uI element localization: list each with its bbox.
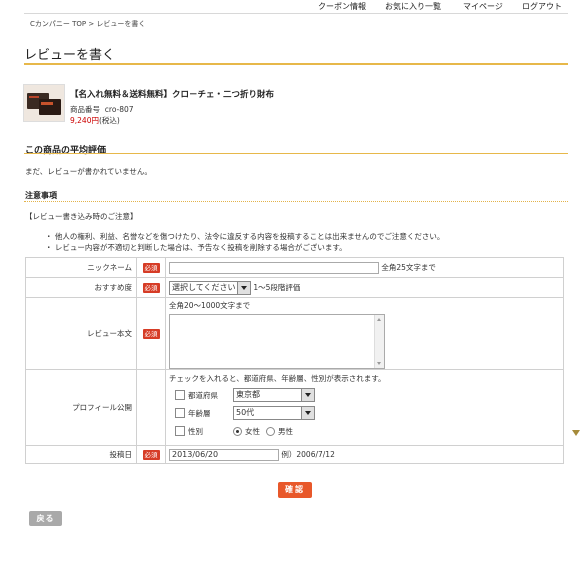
chevron-down-icon[interactable] bbox=[301, 389, 314, 401]
review-textarea[interactable] bbox=[169, 314, 385, 369]
logout-link[interactable]: ログアウト bbox=[522, 1, 562, 12]
review-label: レビュー本文 bbox=[25, 297, 137, 370]
recommend-hint: 1～5段階評価 bbox=[253, 282, 301, 292]
male-radio[interactable] bbox=[266, 426, 275, 436]
review-row: レビュー本文 必須 全角20～1000文字まで bbox=[25, 297, 564, 370]
nickname-label: ニックネーム bbox=[25, 257, 137, 278]
average-underline bbox=[24, 153, 568, 154]
recommend-selected: 選択してください bbox=[172, 282, 236, 292]
breadcrumb[interactable]: Cカンパニー TOP > レビューを書く bbox=[30, 19, 145, 29]
recommend-select[interactable]: 選択してください bbox=[169, 280, 251, 295]
note-item: ・ レビュー内容が不適切と判断した場合は、予告なく投稿を削除する場合がございます… bbox=[45, 243, 347, 252]
page-title: レビューを書く bbox=[24, 48, 116, 63]
notes-title: 注意事項 bbox=[25, 191, 57, 200]
top-nav: クーポン情報 お気に入り一覧 マイページ ログアウト bbox=[300, 1, 568, 13]
nickname-hint: 全角25文字まで bbox=[381, 262, 436, 272]
product-price: 9,240円(税込) bbox=[70, 115, 120, 126]
required-badge: 必須 bbox=[142, 449, 160, 460]
prefecture-select[interactable]: 東京都 bbox=[233, 388, 315, 402]
required-badge: 必須 bbox=[142, 262, 160, 273]
recommend-row: おすすめ度 必須 選択してください 1～5段階評価 bbox=[25, 277, 564, 298]
profile-label: プロフィール公開 bbox=[25, 369, 137, 446]
product-code-label: 商品番号 bbox=[70, 105, 100, 114]
product-code-value: cro-807 bbox=[104, 105, 134, 114]
date-example: 例）2006/7/12 bbox=[281, 449, 335, 459]
review-form: ニックネーム 必須 全角25文字まで おすすめ度 必須 選択してください 1～5… bbox=[25, 257, 564, 464]
back-button[interactable]: 戻る bbox=[29, 511, 62, 526]
age-checkbox[interactable] bbox=[175, 408, 185, 418]
title-underline bbox=[24, 63, 568, 65]
profile-hint: チェックを入れると、都道府県、年齢層、性別が表示されます。 bbox=[169, 374, 386, 383]
confirm-button[interactable]: 確認 bbox=[278, 482, 312, 498]
prefecture-label: 都道府県 bbox=[188, 390, 218, 400]
age-select[interactable]: 50代 bbox=[233, 406, 315, 420]
recommend-label: おすすめ度 bbox=[25, 277, 137, 298]
female-radio[interactable] bbox=[233, 426, 242, 436]
notes-heading: 【レビュー書き込み時のご注意】 bbox=[25, 212, 138, 221]
female-label: 女性 bbox=[245, 426, 260, 436]
notes-underline bbox=[24, 201, 568, 202]
average-rating-title: この商品の平均評価 bbox=[25, 146, 107, 156]
profile-row: プロフィール公開 チェックを入れると、都道府県、年齢層、性別が表示されます。 都… bbox=[25, 369, 564, 446]
male-label: 男性 bbox=[278, 426, 293, 436]
prefecture-selected: 東京都 bbox=[236, 390, 260, 399]
mypage-link[interactable]: マイページ bbox=[463, 1, 503, 12]
nickname-required: 必須 bbox=[136, 257, 166, 278]
note-item: ・ 他人の権利、利益、名誉などを傷つけたり、法令に違反する内容を投稿することは出… bbox=[45, 232, 445, 241]
top-divider bbox=[24, 13, 568, 14]
chevron-down-icon[interactable] bbox=[301, 407, 314, 419]
chevron-down-icon[interactable] bbox=[237, 281, 250, 294]
gender-label: 性別 bbox=[188, 426, 203, 436]
nickname-cell: 全角25文字まで bbox=[165, 257, 564, 278]
textarea-scrollbar[interactable] bbox=[374, 315, 384, 368]
nickname-row: ニックネーム 必須 全角25文字まで bbox=[25, 257, 564, 278]
required-badge: 必須 bbox=[142, 328, 160, 339]
required-badge: 必須 bbox=[142, 282, 160, 293]
age-label: 年齢層 bbox=[188, 408, 211, 418]
nickname-input[interactable] bbox=[169, 261, 379, 274]
gender-checkbox[interactable] bbox=[175, 426, 185, 436]
date-input[interactable]: 2013/06/20 bbox=[169, 448, 279, 461]
no-reviews-text: まだ、レビューが書かれていません。 bbox=[25, 167, 152, 176]
product-code: 商品番号 cro-807 bbox=[70, 104, 134, 115]
product-name[interactable]: 【名入れ無料＆送料無料】クロ－チェ・二つ折り財布 bbox=[70, 88, 274, 100]
coupon-link[interactable]: クーポン情報 bbox=[318, 1, 366, 12]
age-selected: 50代 bbox=[236, 408, 255, 417]
scroll-down-arrow-icon[interactable] bbox=[572, 430, 580, 436]
review-hint: 全角20～1000文字まで bbox=[169, 301, 251, 310]
date-label: 投稿日 bbox=[25, 445, 137, 464]
price-tax: (税込) bbox=[98, 116, 120, 125]
prefecture-checkbox[interactable] bbox=[175, 390, 185, 400]
product-thumbnail[interactable] bbox=[23, 84, 65, 122]
favorites-link[interactable]: お気に入り一覧 bbox=[385, 1, 441, 12]
date-row: 投稿日 必須 2013/06/20 例）2006/7/12 bbox=[25, 445, 564, 464]
price-value: 9,240円 bbox=[70, 116, 99, 125]
